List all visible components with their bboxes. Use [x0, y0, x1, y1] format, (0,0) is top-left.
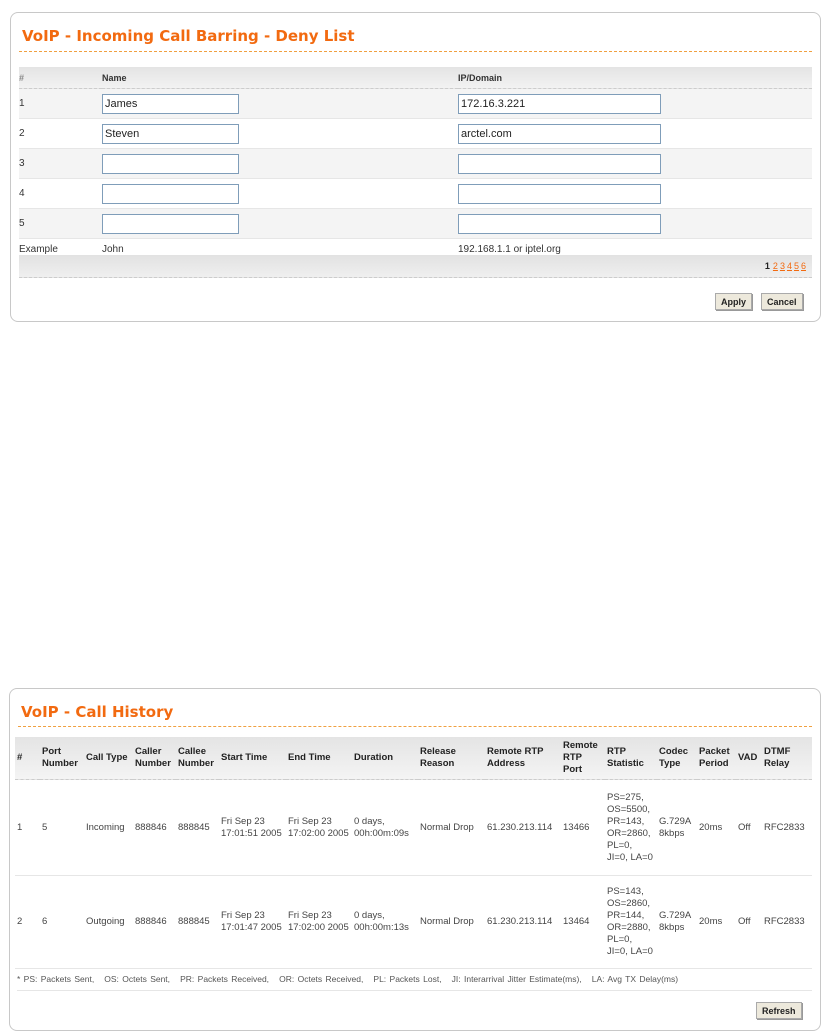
cell: Normal Drop — [418, 875, 485, 969]
cell: 13466 — [561, 779, 605, 876]
cell: G.729A 8kbps — [657, 875, 697, 969]
page-link-2[interactable]: 2 — [773, 261, 778, 271]
column-header: Call Type — [84, 737, 133, 780]
cell: G.729A 8kbps — [657, 779, 697, 876]
name-input[interactable] — [102, 183, 239, 204]
pagination: 123456 — [19, 255, 812, 278]
ip-domain-input[interactable]: arctel.com — [458, 123, 661, 144]
column-header: Codec Type — [657, 737, 697, 780]
call-history-row: 2 6 Outgoing 888846 888845 Fri Sep 23 17… — [15, 875, 812, 969]
divider — [18, 726, 812, 727]
cell: 0 days, 00h:00m:13s — [352, 875, 418, 969]
name-input[interactable]: Steven — [102, 123, 239, 144]
cell: Incoming — [84, 779, 133, 876]
ip-domain-input[interactable] — [458, 213, 661, 234]
cell: 13464 — [561, 875, 605, 969]
row-number: 4 — [19, 178, 102, 209]
cell: 6 — [40, 875, 84, 969]
column-header: Port Number — [40, 737, 84, 780]
cell: PS=143, OS=2860, PR=144, OR=2880, PL=0, … — [605, 875, 657, 969]
column-header: Duration — [352, 737, 418, 780]
page-title: VoIP - Call History — [21, 703, 174, 721]
column-header: VAD — [736, 737, 762, 780]
cell: 20ms — [697, 779, 736, 876]
header-num: # — [19, 67, 102, 89]
cell: RFC2833 — [762, 875, 812, 969]
deny-row: 5 — [19, 208, 812, 239]
page-link-5[interactable]: 5 — [794, 261, 799, 271]
page-title: VoIP - Incoming Call Barring - Deny List — [22, 27, 355, 45]
cell: 0 days, 00h:00m:09s — [352, 779, 418, 876]
deny-list-panel: VoIP - Incoming Call Barring - Deny List… — [10, 12, 821, 322]
column-header: DTMF Relay — [762, 737, 812, 780]
column-header: End Time — [286, 737, 352, 780]
ip-domain-input[interactable] — [458, 153, 661, 174]
cell: 888845 — [176, 875, 219, 969]
cell: 888846 — [133, 875, 176, 969]
cell: Fri Sep 23 17:02:00 2005 — [286, 779, 352, 876]
deny-row: 4 — [19, 178, 812, 209]
divider — [19, 51, 812, 52]
cell: 61.230.213.114 — [485, 779, 561, 876]
cell: 888846 — [133, 779, 176, 876]
cell: Outgoing — [84, 875, 133, 969]
ip-domain-input[interactable]: 172.16.3.221 — [458, 93, 661, 114]
cell: 61.230.213.114 — [485, 875, 561, 969]
cancel-button[interactable]: Cancel — [761, 293, 803, 310]
column-header: Release Reason — [418, 737, 485, 780]
column-header: Packet Period — [697, 737, 736, 780]
name-input[interactable] — [102, 213, 239, 234]
column-header: Remote RTP Address — [485, 737, 561, 780]
row-number: 1 — [19, 88, 102, 119]
cell: 5 — [40, 779, 84, 876]
page-link-6[interactable]: 6 — [801, 261, 806, 271]
cell: Fri Sep 23 17:01:51 2005 — [219, 779, 286, 876]
cell: Off — [736, 875, 762, 969]
column-header: Start Time — [219, 737, 286, 780]
page-link-4[interactable]: 4 — [787, 261, 792, 271]
row-number: 2 — [19, 118, 102, 149]
cell: 888845 — [176, 779, 219, 876]
call-history-table: # Port Number Call Type Caller Number Ca… — [15, 737, 812, 969]
column-header: # — [15, 737, 40, 780]
call-history-row: 1 5 Incoming 888846 888845 Fri Sep 23 17… — [15, 779, 812, 876]
footnote: * PS: Packets Sent, OS: Octets Sent, PR:… — [17, 969, 812, 991]
cell: Off — [736, 779, 762, 876]
cell: 2 — [15, 875, 40, 969]
column-header: Remote RTP Port — [561, 737, 605, 780]
refresh-button[interactable]: Refresh — [756, 1002, 802, 1019]
deny-row: 1 James 172.16.3.221 — [19, 88, 812, 119]
header-name: Name — [102, 67, 458, 89]
name-input[interactable] — [102, 153, 239, 174]
cell: 1 — [15, 779, 40, 876]
column-header: Caller Number — [133, 737, 176, 780]
ip-domain-input[interactable] — [458, 183, 661, 204]
deny-row: 3 — [19, 148, 812, 179]
apply-button[interactable]: Apply — [715, 293, 753, 310]
column-header: RTP Statistic — [605, 737, 657, 780]
cell: Fri Sep 23 17:02:00 2005 — [286, 875, 352, 969]
header-row: # Port Number Call Type Caller Number Ca… — [15, 737, 812, 780]
deny-row: 2 Steven arctel.com — [19, 118, 812, 149]
page-current: 1 — [764, 261, 770, 271]
name-input[interactable]: James — [102, 93, 239, 114]
cell: PS=275, OS=5500, PR=143, OR=2860, PL=0, … — [605, 779, 657, 876]
row-number: 5 — [19, 208, 102, 239]
page-link-3[interactable]: 3 — [780, 261, 785, 271]
cell: Fri Sep 23 17:01:47 2005 — [219, 875, 286, 969]
call-history-panel: VoIP - Call History # Port Number Call T… — [9, 688, 821, 1031]
deny-list-table: # Name IP/Domain 1 James 172.16.3.221 2 St… — [19, 67, 812, 260]
cell: Normal Drop — [418, 779, 485, 876]
cell: 20ms — [697, 875, 736, 969]
header-ip: IP/Domain — [458, 67, 812, 89]
column-header: Callee Number — [176, 737, 219, 780]
row-number: 3 — [19, 148, 102, 179]
cell: RFC2833 — [762, 779, 812, 876]
